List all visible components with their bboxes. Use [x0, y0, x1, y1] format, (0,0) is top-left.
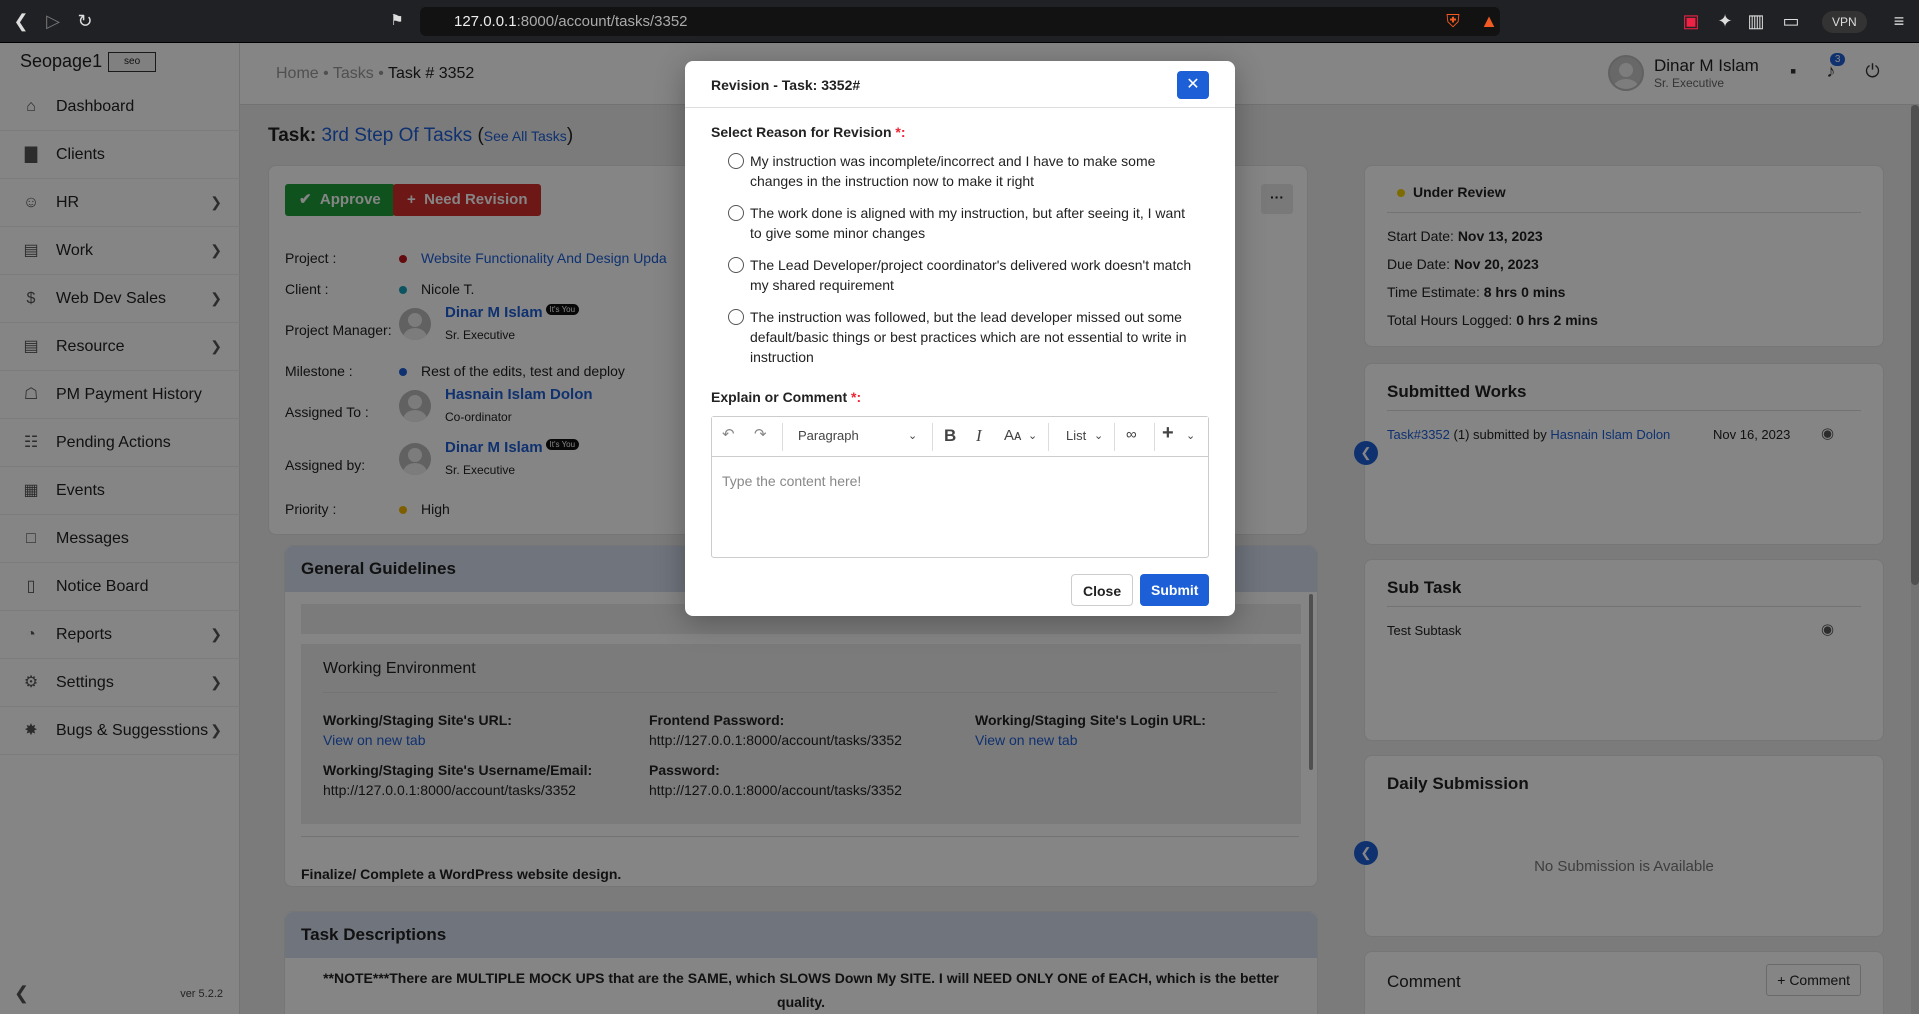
- url-path: :8000/account/tasks/3352: [516, 13, 688, 30]
- browser-toolbar: ❮ ▷ ↻ ⚑ 127.0.0.1:8000/account/tasks/335…: [0, 0, 1919, 43]
- reason-option-2[interactable]: The work done is aligned with my instruc…: [728, 203, 1198, 243]
- extension-icon[interactable]: ▣: [1680, 10, 1702, 32]
- chevron-down-icon: ⌄: [1028, 430, 1038, 442]
- reason-text: The Lead Developer/project coordinator's…: [750, 257, 1192, 293]
- toolbar-divider: [1114, 423, 1115, 451]
- menu-icon[interactable]: ≡: [1888, 10, 1910, 32]
- required-mark: *:: [851, 389, 862, 405]
- vpn-button[interactable]: VPN: [1822, 11, 1867, 33]
- close-button[interactable]: Close: [1071, 574, 1134, 606]
- toolbar-divider: [1048, 423, 1049, 451]
- close-icon[interactable]: ✕: [1177, 71, 1209, 99]
- radio-button[interactable]: [728, 257, 744, 273]
- wallet-icon[interactable]: ▭: [1780, 10, 1802, 32]
- radio-button[interactable]: [728, 153, 744, 169]
- font-size-icon[interactable]: Aᴀ: [1004, 427, 1021, 444]
- comment-label: Explain or Comment *:: [711, 389, 861, 405]
- list-label: List: [1066, 428, 1087, 443]
- rewards-icon[interactable]: ▲: [1478, 10, 1500, 32]
- reason-text: My instruction was incomplete/incorrect …: [750, 153, 1156, 189]
- editor-placeholder[interactable]: Type the content here!: [722, 473, 861, 489]
- comment-label-text: Explain or Comment: [711, 389, 848, 405]
- puzzle-icon[interactable]: ✦: [1714, 10, 1736, 32]
- toolbar-divider: [782, 423, 783, 451]
- chevron-down-icon: ⌄: [1094, 430, 1104, 442]
- bookmark-icon[interactable]: ⚑: [386, 10, 408, 32]
- italic-icon[interactable]: I: [976, 426, 982, 446]
- sidebar-toggle-icon[interactable]: ▥: [1745, 10, 1767, 32]
- divider: [685, 107, 1235, 108]
- paragraph-label: Paragraph: [798, 428, 859, 443]
- submit-button[interactable]: Submit: [1140, 574, 1210, 606]
- url-host: 127.0.0.1: [454, 13, 517, 30]
- chevron-down-icon: ⌄: [908, 430, 918, 442]
- paragraph-dropdown[interactable]: Paragraph: [798, 428, 859, 443]
- toolbar-divider: [1154, 423, 1155, 451]
- link-icon[interactable]: ∞: [1126, 426, 1137, 443]
- reason-option-4[interactable]: The instruction was followed, but the le…: [728, 307, 1198, 367]
- radio-button[interactable]: [728, 309, 744, 325]
- undo-icon[interactable]: ↶: [722, 425, 735, 443]
- chevron-down-icon: ⌄: [1186, 430, 1196, 442]
- required-mark: *:: [895, 124, 906, 140]
- editor-toolbar: ↶ ↷ Paragraph ⌄ B I Aᴀ ⌄ List ⌄ ∞ + ⌄: [712, 417, 1208, 457]
- rich-text-editor: ↶ ↷ Paragraph ⌄ B I Aᴀ ⌄ List ⌄ ∞ + ⌄ Ty…: [711, 416, 1209, 558]
- toolbar-divider: [932, 423, 933, 451]
- radio-button[interactable]: [728, 205, 744, 221]
- reason-label: Select Reason for Revision *:: [711, 124, 906, 140]
- list-dropdown[interactable]: List: [1066, 428, 1086, 443]
- insert-icon[interactable]: +: [1162, 422, 1174, 445]
- reason-text: The work done is aligned with my instruc…: [750, 205, 1185, 241]
- reason-text: The instruction was followed, but the le…: [750, 309, 1187, 365]
- revision-modal: Revision - Task: 3352# ✕ Select Reason f…: [685, 61, 1235, 616]
- bold-icon[interactable]: B: [944, 426, 956, 446]
- brave-shield-icon[interactable]: ⛨: [1442, 10, 1464, 32]
- back-icon[interactable]: ❮: [10, 10, 32, 32]
- reason-label-text: Select Reason for Revision: [711, 124, 892, 140]
- address-bar[interactable]: 127.0.0.1:8000/account/tasks/3352: [420, 7, 1500, 36]
- modal-title: Revision - Task: 3352#: [711, 77, 861, 93]
- reload-icon[interactable]: ↻: [74, 10, 96, 32]
- reason-option-1[interactable]: My instruction was incomplete/incorrect …: [728, 151, 1198, 191]
- forward-icon[interactable]: ▷: [42, 10, 64, 32]
- redo-icon[interactable]: ↷: [754, 425, 767, 443]
- reason-option-3[interactable]: The Lead Developer/project coordinator's…: [728, 255, 1198, 295]
